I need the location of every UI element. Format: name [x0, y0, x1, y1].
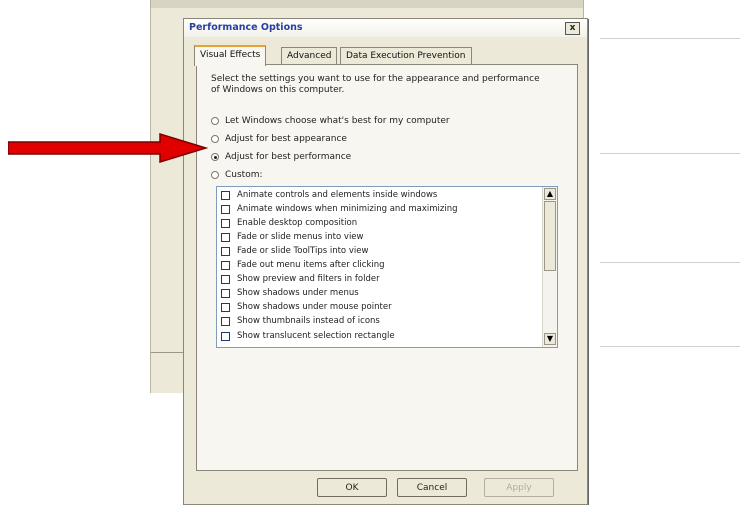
- checkbox[interactable]: [221, 316, 230, 326]
- list-item[interactable]: Fade or slide ToolTips into view: [221, 245, 368, 257]
- list-item-label: Fade or slide menus into view: [237, 232, 364, 242]
- radio-button[interactable]: [211, 117, 219, 125]
- tab-advanced[interactable]: Advanced: [281, 47, 338, 64]
- list-item[interactable]: Fade out menu items after clicking: [221, 259, 385, 271]
- list-item-label: Show shadows under menus: [237, 288, 359, 298]
- list-item[interactable]: Enable desktop composition: [221, 217, 357, 229]
- list-item-label: Show shadows under mouse pointer: [237, 302, 392, 312]
- checkbox[interactable]: [221, 190, 230, 200]
- tab-visual-effects[interactable]: Visual Effects: [194, 45, 267, 66]
- checkbox[interactable]: [221, 204, 230, 214]
- background-line: [600, 346, 740, 347]
- background-divider: [151, 352, 186, 353]
- radio-best-performance[interactable]: Adjust for best performance: [211, 150, 351, 164]
- visual-effects-panel: Select the settings you want to use for …: [196, 64, 578, 471]
- radio-button-selected[interactable]: [211, 153, 219, 161]
- list-item[interactable]: Animate controls and elements inside win…: [221, 189, 437, 201]
- checkbox[interactable]: [221, 274, 230, 284]
- checkbox[interactable]: [221, 288, 230, 298]
- red-arrow-icon: [8, 133, 208, 163]
- close-button[interactable]: x: [565, 22, 580, 35]
- list-item-label: Show thumbnails instead of icons: [237, 316, 380, 326]
- checkbox[interactable]: [221, 232, 230, 242]
- performance-options-dialog: Performance Options x Visual Effects Adv…: [183, 18, 588, 505]
- scroll-thumb[interactable]: [544, 201, 556, 271]
- list-item[interactable]: Show preview and filters in folder: [221, 273, 380, 285]
- list-item-label: Enable desktop composition: [237, 218, 358, 228]
- dialog-title: Performance Options: [189, 22, 303, 33]
- ok-button[interactable]: OK: [317, 478, 387, 497]
- radio-let-windows-choose[interactable]: Let Windows choose what's best for my co…: [211, 114, 450, 128]
- checkbox[interactable]: [221, 260, 230, 270]
- visual-effects-list[interactable]: Animate controls and elements inside win…: [216, 186, 558, 348]
- list-scrollbar[interactable]: ▲ ▼: [542, 187, 557, 347]
- list-item-label: Fade or slide ToolTips into view: [237, 246, 369, 256]
- list-item[interactable]: Fade or slide menus into view: [221, 231, 364, 243]
- radio-label: Adjust for best appearance: [225, 134, 347, 144]
- tab-data-execution-prevention[interactable]: Data Execution Prevention: [340, 47, 472, 64]
- list-item-label: Animate windows when minimizing and maxi…: [237, 204, 458, 214]
- checkbox[interactable]: [221, 218, 230, 228]
- apply-button[interactable]: Apply: [484, 478, 554, 497]
- radio-label: Adjust for best performance: [225, 152, 352, 162]
- checkbox[interactable]: [221, 246, 230, 256]
- list-item-label: Fade out menu items after clicking: [237, 260, 385, 270]
- checkbox[interactable]: [221, 302, 230, 312]
- radio-custom[interactable]: Custom:: [211, 168, 263, 182]
- scroll-down-icon[interactable]: ▼: [544, 333, 556, 345]
- checkbox[interactable]: [221, 331, 230, 341]
- radio-best-appearance[interactable]: Adjust for best appearance: [211, 132, 347, 146]
- list-item-label: Animate controls and elements inside win…: [237, 190, 438, 200]
- scroll-up-icon[interactable]: ▲: [544, 188, 556, 200]
- background-line: [600, 262, 740, 263]
- list-item[interactable]: Show thumbnails instead of icons: [221, 315, 380, 327]
- dialog-titlebar[interactable]: Performance Options x: [184, 19, 587, 37]
- list-item[interactable]: Animate windows when minimizing and maxi…: [221, 203, 458, 215]
- cancel-button[interactable]: Cancel: [397, 478, 467, 497]
- list-item-label: Show translucent selection rectangle: [237, 331, 395, 341]
- background-window-titlebar: [151, 0, 583, 8]
- list-item-label: Show preview and filters in folder: [237, 274, 380, 284]
- list-item[interactable]: Show shadows under mouse pointer: [221, 301, 392, 313]
- list-item[interactable]: Show shadows under menus: [221, 287, 359, 299]
- description-text: Select the settings you want to use for …: [211, 74, 540, 95]
- radio-label: Custom:: [225, 170, 263, 180]
- radio-button[interactable]: [211, 171, 219, 179]
- background-line: [600, 153, 740, 154]
- list-item[interactable]: Show translucent selection rectangle: [221, 330, 395, 342]
- radio-label: Let Windows choose what's best for my co…: [225, 116, 450, 126]
- background-line: [600, 38, 740, 39]
- radio-button[interactable]: [211, 135, 219, 143]
